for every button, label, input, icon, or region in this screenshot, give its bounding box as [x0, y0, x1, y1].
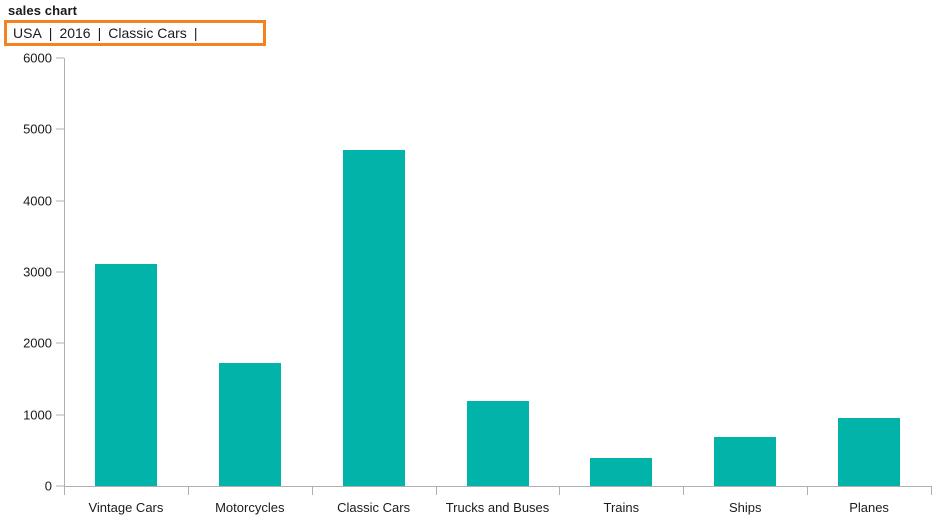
- bar[interactable]: [714, 436, 777, 486]
- x-tick-label: Trains: [603, 500, 640, 515]
- x-tick-mark: [559, 486, 561, 495]
- x-axis-line: [64, 486, 931, 487]
- y-tick-mark: [56, 57, 64, 59]
- bar[interactable]: [342, 150, 405, 486]
- y-tick-label: 1000: [23, 407, 52, 423]
- bar[interactable]: [590, 457, 653, 486]
- x-tick-mark: [311, 486, 313, 495]
- x-tick-mark: [435, 486, 437, 495]
- x-tick-mark: [807, 486, 809, 495]
- bar[interactable]: [218, 362, 281, 486]
- x-tick-label: Trucks and Buses: [445, 500, 550, 515]
- x-tick-mark: [64, 486, 65, 495]
- x-tick-mark: [683, 486, 685, 495]
- y-tick-mark: [56, 128, 64, 130]
- y-tick-mark: [56, 414, 64, 416]
- y-tick-mark: [56, 342, 64, 344]
- x-tick-mark: [931, 486, 932, 495]
- x-tick-label: Motorcycles: [215, 500, 285, 515]
- bar[interactable]: [466, 401, 529, 486]
- y-tick-mark: [56, 485, 64, 487]
- x-tick-label: Classic Cars: [337, 500, 411, 515]
- x-tick-mark: [187, 486, 189, 495]
- y-tick-mark: [56, 271, 64, 273]
- y-axis-line: [64, 58, 65, 487]
- y-tick-label: 6000: [23, 50, 52, 66]
- y-tick-label: 3000: [23, 264, 52, 280]
- y-tick-label: 4000: [23, 193, 52, 209]
- y-tick-label: 2000: [23, 335, 52, 351]
- y-tick-label: 0: [44, 478, 52, 494]
- bar-chart: 0 1000 2000 3000 4000 5000 6000 Vintage Cars Mo…: [0, 0, 939, 527]
- x-tick-label: Ships: [728, 500, 762, 515]
- bar[interactable]: [94, 264, 157, 486]
- y-tick-mark: [56, 200, 64, 202]
- y-tick-label: 5000: [23, 121, 52, 137]
- x-tick-label: Vintage Cars: [88, 500, 164, 515]
- bar[interactable]: [838, 417, 901, 486]
- x-tick-label: Planes: [849, 500, 889, 515]
